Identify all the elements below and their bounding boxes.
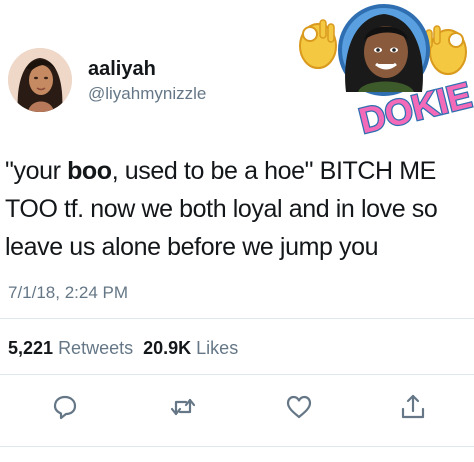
likes-stat[interactable]: 20.9K Likes xyxy=(143,338,238,358)
tweet-actions xyxy=(0,392,474,426)
tweet-text-line: TOO tf. now we both loyal and in love so xyxy=(5,195,438,223)
likes-count: 20.9K xyxy=(143,338,192,358)
tweet-card: aaliyah @liyahmynizzle DOKIE "your boo, … xyxy=(0,0,474,462)
like-icon[interactable] xyxy=(284,392,314,422)
divider xyxy=(0,446,474,447)
reply-icon[interactable] xyxy=(50,392,80,422)
tweet-text-segment: , used to be a hoe" BITCH ME xyxy=(111,157,437,185)
tweet-text-line: leave us alone before we jump you xyxy=(5,233,379,261)
divider xyxy=(0,318,474,319)
retweets-stat[interactable]: 5,221 Retweets xyxy=(8,338,133,358)
display-name[interactable]: aaliyah xyxy=(88,58,156,81)
avatar[interactable] xyxy=(8,48,72,112)
ok-hand-icon xyxy=(425,25,467,75)
bitmoji-face xyxy=(338,4,430,96)
avatar-photo xyxy=(8,48,72,112)
ok-hand-icon xyxy=(299,19,337,69)
tweet-stats: 5,221 Retweets 20.9K Likes xyxy=(8,338,238,359)
likes-label: Likes xyxy=(196,338,239,358)
bitmoji-sticker: DOKIE xyxy=(288,0,474,143)
tweet-text-segment: "your xyxy=(5,157,68,185)
tweet-text: "your boo, used to be a hoe" BITCH ME TO… xyxy=(5,152,471,266)
retweets-label: Retweets xyxy=(58,338,134,358)
share-icon[interactable] xyxy=(398,392,428,422)
tweet-timestamp[interactable]: 7/1/18, 2:24 PM xyxy=(8,283,128,303)
retweet-icon[interactable] xyxy=(168,392,198,422)
tweet-text-bold: boo xyxy=(67,157,112,185)
user-handle[interactable]: @liyahmynizzle xyxy=(88,84,206,104)
tweet-text-line: "your boo, used to be a hoe" BITCH ME xyxy=(5,152,471,190)
retweets-count: 5,221 xyxy=(8,338,54,358)
divider xyxy=(0,374,474,375)
